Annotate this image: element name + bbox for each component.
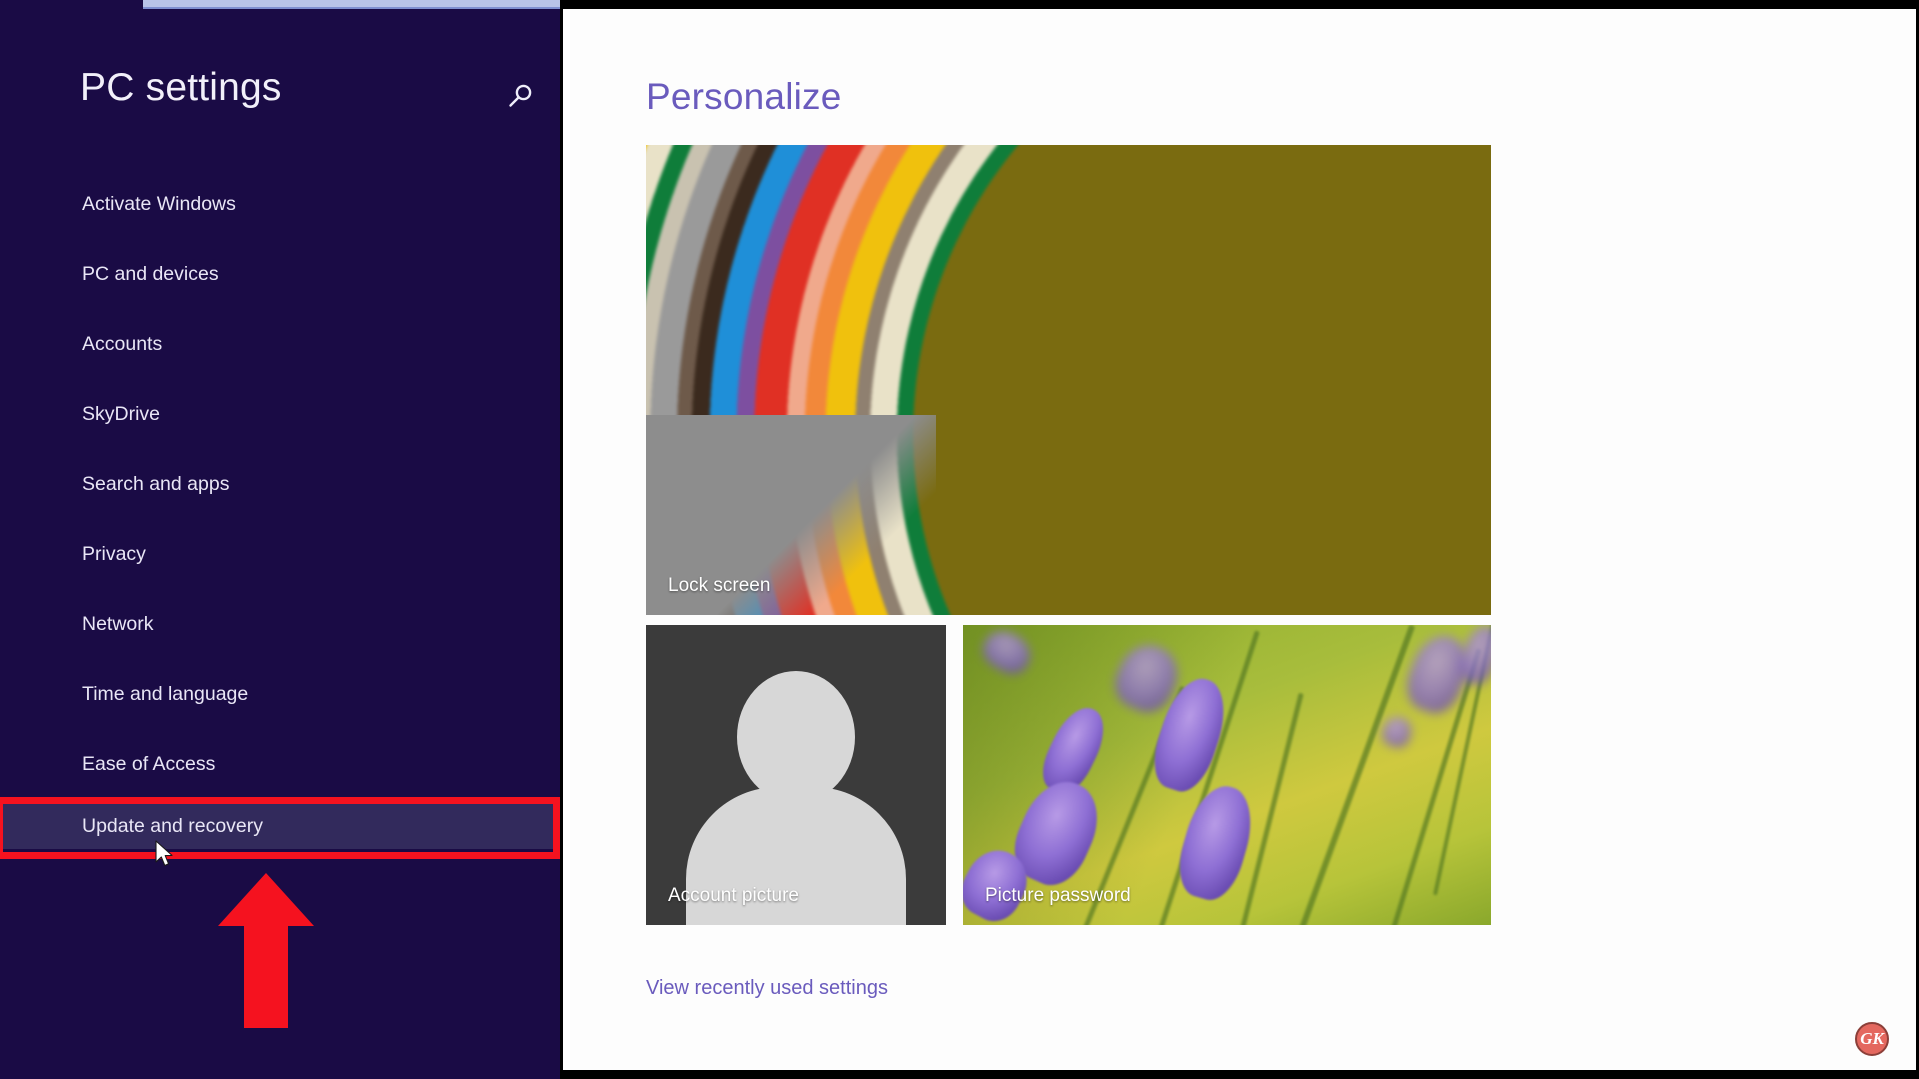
- screenshot-root: PC settings Activate Windows PC and devi…: [0, 0, 1919, 1079]
- personalize-content-panel: Personalize Lock screen Account picture: [563, 9, 1916, 1070]
- annotation-highlight-box: [0, 797, 560, 859]
- tile-label-lock-screen: Lock screen: [668, 575, 771, 596]
- sidebar-item-pc-and-devices[interactable]: PC and devices: [0, 251, 560, 297]
- view-recently-used-settings-link[interactable]: View recently used settings: [646, 977, 888, 1000]
- annotation-up-arrow-icon: [218, 873, 314, 1028]
- sidebar-item-time-and-language[interactable]: Time and language: [0, 671, 560, 717]
- pc-settings-sidebar: PC settings Activate Windows PC and devi…: [0, 0, 560, 1079]
- tile-label-account-picture: Account picture: [668, 885, 799, 906]
- page-title: PC settings: [80, 66, 282, 109]
- sidebar-header: PC settings: [0, 62, 560, 122]
- tile-account-picture[interactable]: Account picture: [646, 625, 946, 925]
- sidebar-item-ease-of-access[interactable]: Ease of Access: [0, 741, 560, 787]
- tile-picture-password[interactable]: Picture password: [963, 625, 1491, 925]
- tile-label-picture-password: Picture password: [985, 885, 1131, 906]
- sidebar-item-activate-windows[interactable]: Activate Windows: [0, 181, 560, 227]
- sidebar-item-network[interactable]: Network: [0, 601, 560, 647]
- search-icon[interactable]: [506, 82, 534, 110]
- content-page-title: Personalize: [646, 76, 842, 117]
- person-silhouette-head-icon: [737, 671, 855, 803]
- sidebar-item-skydrive[interactable]: SkyDrive: [0, 391, 560, 437]
- sidebar-item-accounts[interactable]: Accounts: [0, 321, 560, 367]
- sidebar-item-search-and-apps[interactable]: Search and apps: [0, 461, 560, 507]
- mouse-cursor: [155, 840, 177, 870]
- sidebar-item-privacy[interactable]: Privacy: [0, 531, 560, 577]
- tile-lock-screen[interactable]: Lock screen: [646, 145, 1491, 615]
- window-top-accent-bar: [143, 0, 560, 9]
- gk-watermark-logo: GK: [1855, 1022, 1889, 1056]
